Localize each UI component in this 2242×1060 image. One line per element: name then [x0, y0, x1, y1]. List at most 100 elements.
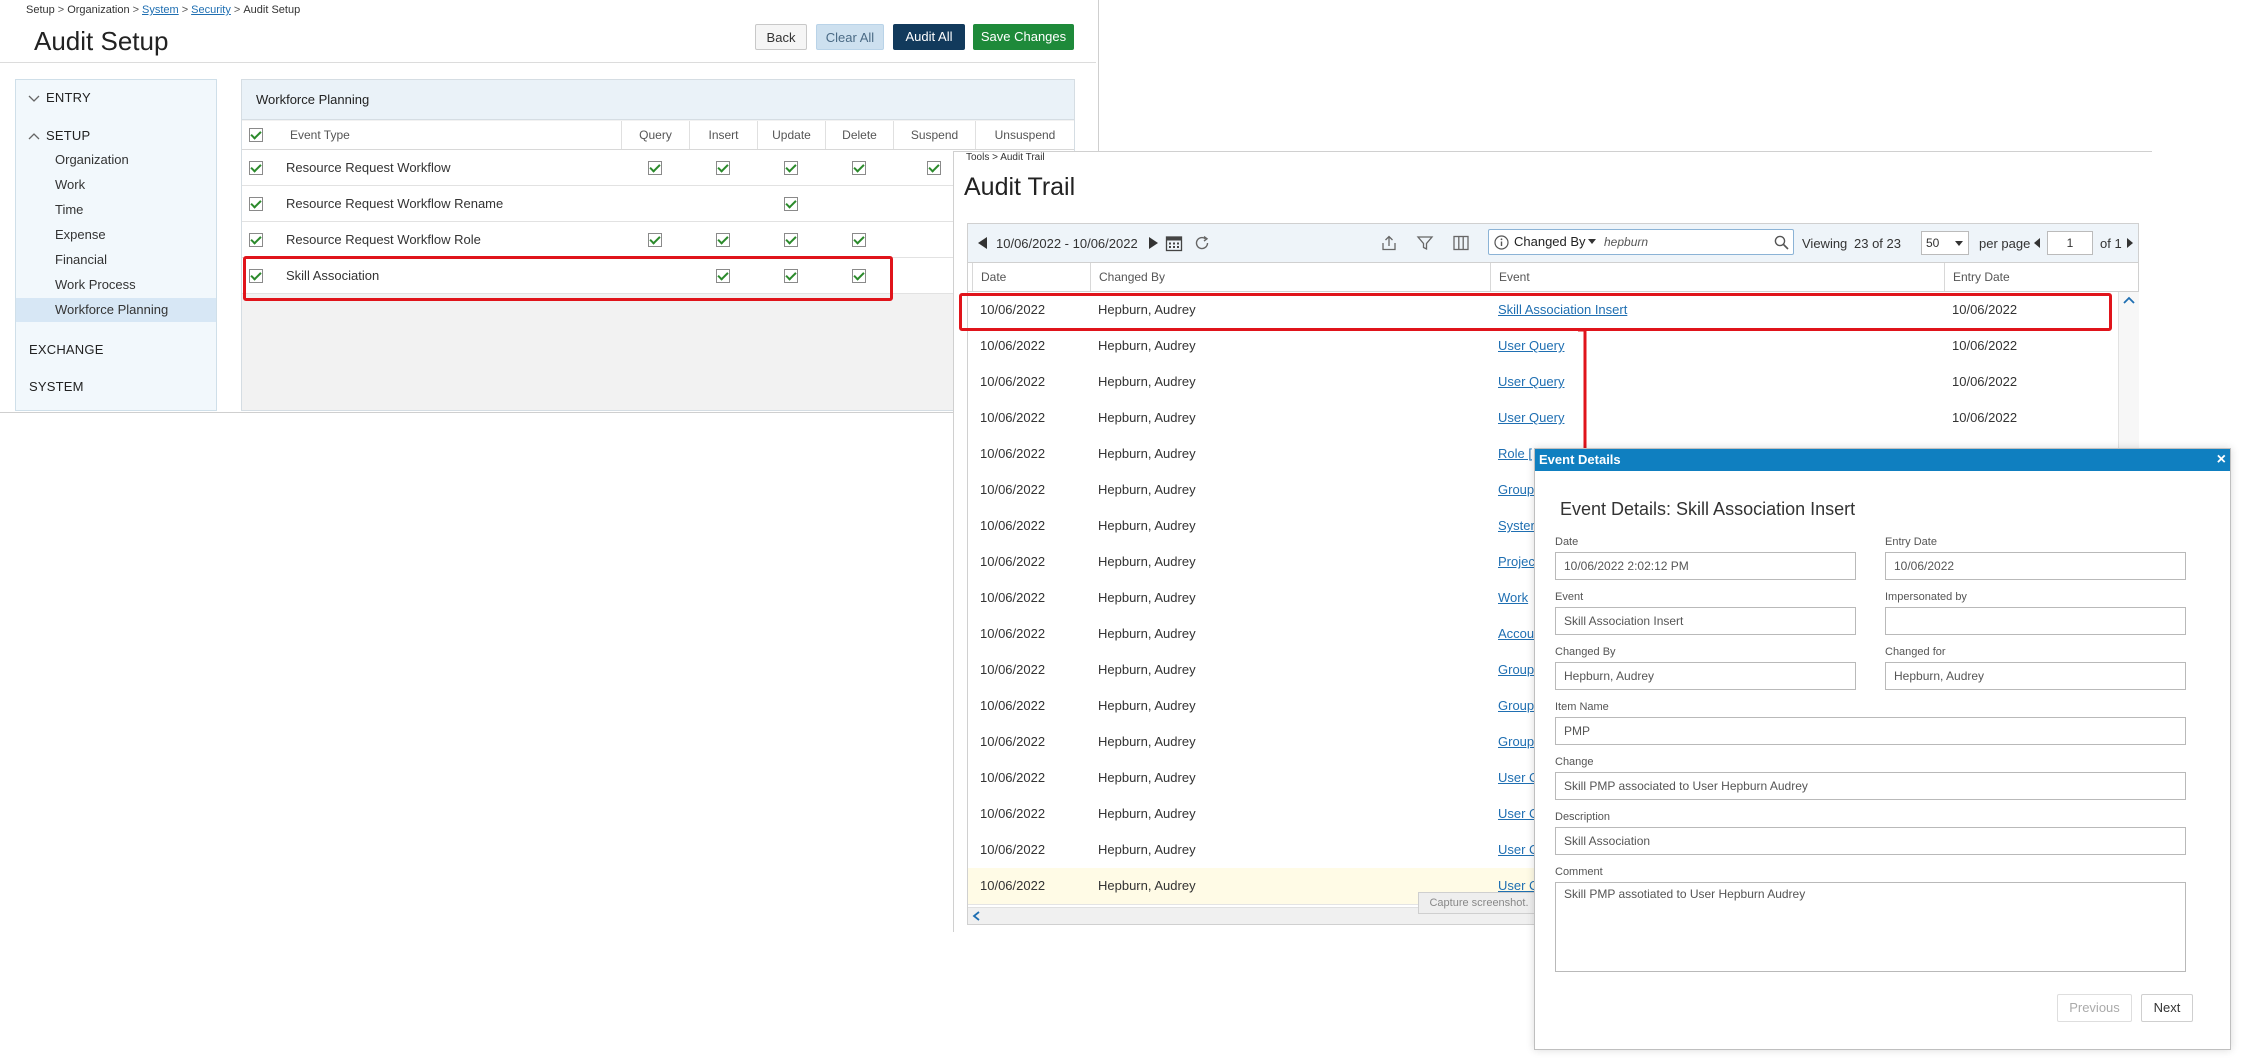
sidebar-section-entry[interactable]: ENTRY [28, 90, 228, 105]
refresh-icon[interactable] [1193, 224, 1211, 262]
changed-by-field[interactable]: Hepburn, Audrey [1555, 662, 1856, 690]
column-header-suspend[interactable]: Suspend [893, 121, 975, 149]
delete-cell[interactable] [825, 150, 893, 185]
column-header-delete[interactable]: Delete [825, 121, 893, 149]
select-all-checkbox-cell[interactable] [242, 121, 270, 149]
row-select-cell[interactable] [242, 186, 270, 221]
query-checkbox[interactable] [648, 232, 662, 247]
update-cell[interactable] [757, 186, 825, 221]
sidebar-item-work[interactable]: Work [16, 173, 216, 197]
export-icon[interactable] [1380, 224, 1398, 262]
caret-down-icon[interactable] [1588, 239, 1596, 245]
changed-for-label: Changed for [1885, 646, 1946, 658]
previous-button[interactable]: Previous [2057, 994, 2132, 1022]
next-page-arrow-icon[interactable] [2126, 224, 2134, 262]
breadcrumb-system-link[interactable]: System [142, 4, 179, 16]
filter-icon[interactable] [1416, 224, 1434, 262]
changed-for-field[interactable]: Hepburn, Audrey [1885, 662, 2186, 690]
description-field[interactable]: Skill Association [1555, 827, 2186, 855]
event-field[interactable]: Skill Association Insert [1555, 607, 1856, 635]
impersonated-by-field[interactable] [1885, 607, 2186, 635]
prev-page-arrow-icon[interactable] [2033, 224, 2041, 262]
select-all-checkbox[interactable] [249, 128, 263, 142]
event-link[interactable]: User Query [1490, 364, 1940, 400]
columns-icon[interactable] [1452, 224, 1470, 262]
insert-cell[interactable] [689, 222, 757, 257]
query-cell[interactable] [621, 150, 689, 185]
breadcrumb-security-link[interactable]: Security [191, 4, 231, 16]
breadcrumb-setup[interactable]: Setup [26, 4, 55, 16]
sidebar-item-work-process[interactable]: Work Process [16, 273, 216, 297]
update-checkbox[interactable] [784, 196, 798, 211]
save-changes-button[interactable]: Save Changes [973, 24, 1074, 50]
close-icon[interactable]: × [2217, 449, 2226, 471]
clear-all-button[interactable]: Clear All [816, 24, 884, 50]
row-select-checkbox[interactable] [249, 196, 263, 211]
filter-field-dropdown[interactable]: Changed By [1514, 234, 1586, 249]
table-row[interactable]: 10/06/2022 Hepburn, Audrey User Query 10/06… [968, 328, 2116, 365]
breadcrumb-organization[interactable]: Organization [67, 4, 129, 16]
row-select-cell[interactable] [242, 150, 270, 185]
breadcrumb[interactable]: Tools > Audit Trail [966, 152, 1045, 163]
scroll-up-icon[interactable] [2123, 296, 2135, 304]
event-link[interactable]: User Query [1490, 328, 1940, 364]
query-checkbox[interactable] [648, 160, 662, 175]
item-name-field[interactable]: PMP [1555, 717, 2186, 745]
change-field[interactable]: Skill PMP associated to User Hepburn Aud… [1555, 772, 2186, 800]
sidebar-item-organization[interactable]: Organization [16, 148, 216, 172]
date-field[interactable]: 10/06/2022 2:02:12 PM [1555, 552, 1856, 580]
sidebar-item-time[interactable]: Time [16, 198, 216, 222]
sidebar-item-expense[interactable]: Expense [16, 223, 216, 247]
calendar-icon[interactable] [1165, 224, 1183, 262]
table-row[interactable]: 10/06/2022 Hepburn, Audrey User Query 10/06… [968, 364, 2116, 401]
row-select-cell[interactable] [242, 222, 270, 257]
prev-date-arrow-icon[interactable] [976, 224, 988, 262]
update-cell[interactable] [757, 222, 825, 257]
row-select-checkbox[interactable] [249, 232, 263, 247]
column-header-entry-date[interactable]: Entry Date [1944, 263, 2116, 291]
insert-checkbox[interactable] [716, 160, 730, 175]
column-header-event[interactable]: Event [1490, 263, 1940, 291]
delete-cell[interactable] [825, 222, 893, 257]
insert-checkbox[interactable] [716, 232, 730, 247]
sidebar-section-exchange[interactable]: EXCHANGE [29, 342, 229, 357]
column-header-changed-by[interactable]: Changed By [1090, 263, 1486, 291]
next-date-arrow-icon[interactable] [1148, 224, 1160, 262]
sidebar-section-system[interactable]: SYSTEM [29, 379, 229, 394]
search-icon[interactable] [1774, 235, 1789, 250]
next-button[interactable]: Next [2141, 994, 2193, 1022]
suspend-checkbox[interactable] [927, 160, 941, 175]
insert-cell[interactable] [689, 150, 757, 185]
audit-all-button[interactable]: Audit All [893, 24, 965, 50]
date-range-label[interactable]: 10/06/2022 - 10/06/2022 [996, 224, 1138, 262]
delete-checkbox[interactable] [852, 160, 866, 175]
back-button[interactable]: Back [755, 24, 807, 50]
column-header-update[interactable]: Update [757, 121, 825, 149]
filter-value-input[interactable]: hepburn [1604, 235, 1648, 249]
sidebar-item-workforce-planning[interactable]: Workforce Planning [16, 298, 216, 322]
per-page-select[interactable]: 50 [1921, 224, 1969, 262]
delete-checkbox[interactable] [852, 232, 866, 247]
event-link[interactable]: User Query [1490, 400, 1940, 436]
date-cell: 10/06/2022 [980, 662, 1046, 677]
column-header-unsuspend[interactable]: Unsuspend [975, 121, 1074, 149]
column-header-insert[interactable]: Insert [689, 121, 757, 149]
search-filter-box[interactable]: Changed By hepburn [1488, 229, 1794, 255]
column-header-event-type[interactable]: Event Type [270, 121, 645, 149]
column-header-date[interactable]: Date [972, 263, 1084, 291]
chevron-down-icon [28, 95, 40, 102]
column-header-query[interactable]: Query [621, 121, 689, 149]
page-number-input[interactable]: 1 [2047, 224, 2093, 262]
scroll-left-icon[interactable] [972, 911, 980, 921]
update-checkbox[interactable] [784, 232, 798, 247]
entry-date-field[interactable]: 10/06/2022 [1885, 552, 2186, 580]
changed-by-cell: Hepburn, Audrey [1098, 482, 1196, 497]
row-select-checkbox[interactable] [249, 160, 263, 175]
comment-textarea[interactable]: Skill PMP assotiated to User Hepburn Aud… [1555, 882, 2186, 972]
query-cell[interactable] [621, 222, 689, 257]
update-cell[interactable] [757, 150, 825, 185]
sidebar-section-setup[interactable]: SETUP [28, 128, 228, 143]
table-row[interactable]: 10/06/2022 Hepburn, Audrey User Query 10/06… [968, 400, 2116, 437]
update-checkbox[interactable] [784, 160, 798, 175]
sidebar-item-financial[interactable]: Financial [16, 248, 216, 272]
